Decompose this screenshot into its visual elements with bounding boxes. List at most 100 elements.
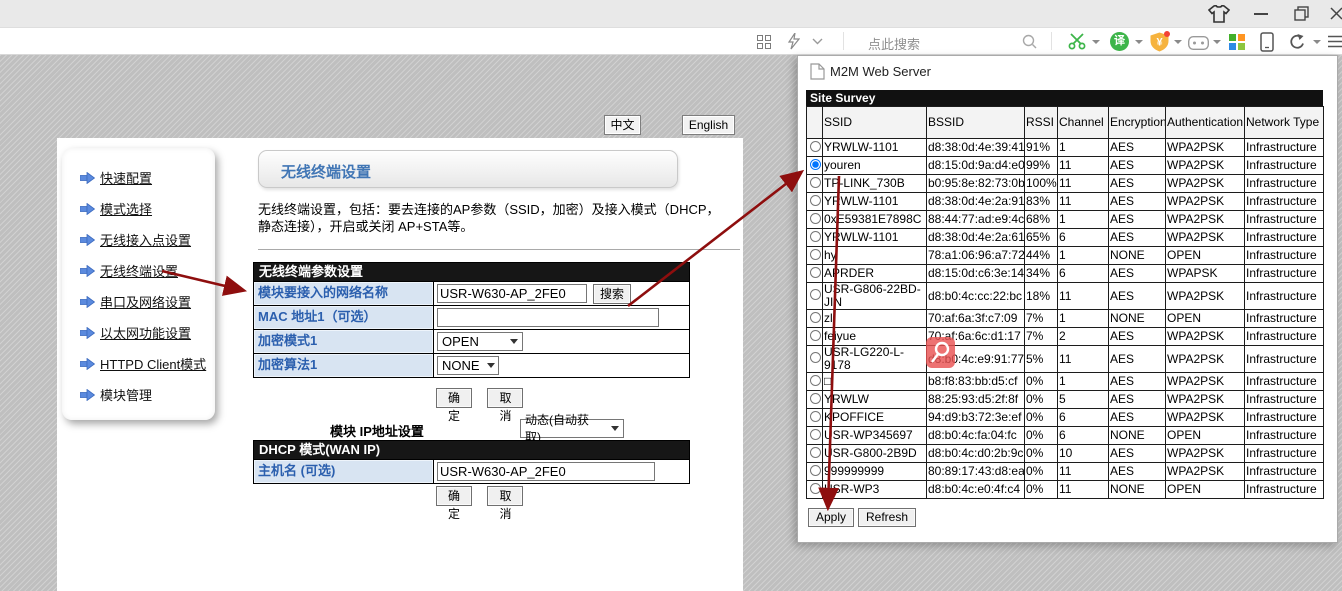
blue-arrow-icon — [80, 389, 95, 401]
minimize-button[interactable] — [1254, 13, 1268, 15]
scissors-icon[interactable] — [1068, 33, 1086, 50]
ssid-radio[interactable] — [810, 483, 821, 494]
ssid-radio[interactable] — [810, 213, 821, 224]
translate-icon[interactable]: 译 — [1110, 32, 1129, 51]
mac-input[interactable] — [437, 308, 659, 327]
sidebar-menu: 快速配置 模式选择 无线接入点设置 无线终端设置 — [80, 162, 206, 410]
ssid-radio[interactable] — [810, 159, 821, 170]
refresh-button[interactable]: Refresh — [858, 508, 916, 527]
encryption-cell: AES — [1109, 445, 1166, 463]
ssid-radio[interactable] — [810, 177, 821, 188]
ssid-cell: □ — [823, 373, 927, 391]
dhcp-ok-button[interactable]: 确定 — [436, 486, 472, 506]
survey-row: YRWLW-1101 d8:38:0d:4e:2a:91 83% 11 AES … — [807, 193, 1324, 211]
ssid-radio[interactable] — [810, 289, 821, 300]
encryption-cell: AES — [1109, 193, 1166, 211]
rssi-cell: 65% — [1025, 229, 1058, 247]
ssid-radio[interactable] — [810, 141, 821, 152]
ssid-radio[interactable] — [810, 267, 821, 278]
encryption-alg-select[interactable]: NONE — [437, 356, 499, 375]
sidebar-item[interactable]: 以太网功能设置 — [80, 317, 206, 348]
ssid-radio[interactable] — [810, 411, 821, 422]
ssid-radio[interactable] — [810, 375, 821, 386]
lang-english-button[interactable]: English — [682, 115, 735, 135]
survey-row: USR-LG220-L-9178 d8:b0:4c:e9:91:77 5% 11… — [807, 346, 1324, 373]
sidebar-item[interactable]: 模块管理 — [80, 379, 206, 410]
blue-arrow-icon — [80, 358, 95, 370]
search-input[interactable]: 点此搜索 — [868, 34, 920, 53]
apply-button[interactable]: Apply — [808, 508, 854, 527]
ssid-column-header: SSID — [823, 107, 927, 139]
ssid-search-button[interactable]: 搜索 — [593, 284, 631, 304]
ssid-radio[interactable] — [810, 393, 821, 404]
controller-dropdown-icon[interactable] — [1213, 40, 1221, 44]
ssid-cell: USR-G806-22BD-JIN — [823, 283, 927, 310]
module-ip-label: 模块 IP地址设置 — [330, 421, 424, 440]
m2m-popup-window: M2M Web Server Site Survey SSID BSSID RS… — [797, 55, 1338, 543]
close-button[interactable] — [1330, 7, 1342, 20]
encryption-cell: AES — [1109, 157, 1166, 175]
apps-grid-icon[interactable] — [757, 35, 771, 49]
bssid-cell: 70:af:6a:3f:c7:09 — [927, 310, 1025, 328]
lang-chinese-button[interactable]: 中文 — [604, 115, 641, 135]
restore-button[interactable] — [1294, 6, 1309, 21]
sidebar: 快速配置 模式选择 无线接入点设置 无线终端设置 — [62, 148, 215, 420]
translate-dropdown-icon[interactable] — [1135, 40, 1143, 44]
channel-column-header: Channel — [1058, 107, 1109, 139]
site-survey-table: SSID BSSID RSSI Channel Encryption Authe… — [806, 106, 1324, 499]
chevron-down-icon[interactable] — [812, 38, 823, 45]
sidebar-item[interactable]: 串口及网络设置 — [80, 286, 206, 317]
bssid-cell: d8:38:0d:4e:2a:91 — [927, 193, 1025, 211]
sidebar-item[interactable]: 模式选择 — [80, 193, 206, 224]
sta-ok-button[interactable]: 确定 — [436, 388, 472, 408]
ssid-radio[interactable] — [810, 352, 821, 363]
undo-dropdown-icon[interactable] — [1313, 40, 1321, 44]
ssid-radio[interactable] — [810, 447, 821, 458]
ssid-radio[interactable] — [810, 312, 821, 323]
channel-cell: 1 — [1058, 211, 1109, 229]
ssid-radio[interactable] — [810, 465, 821, 476]
encryption-mode-select[interactable]: OPEN — [437, 332, 523, 351]
sidebar-item[interactable]: 无线接入点设置 — [80, 224, 206, 255]
sidebar-item[interactable]: 快速配置 — [80, 162, 206, 193]
scissors-dropdown-icon[interactable] — [1092, 40, 1100, 44]
rssi-cell: 0% — [1025, 445, 1058, 463]
dhcp-cancel-button[interactable]: 取消 — [487, 486, 523, 506]
game-controller-icon[interactable] — [1188, 36, 1209, 50]
colored-grid-icon[interactable] — [1229, 34, 1245, 50]
encryption-cell: AES — [1109, 373, 1166, 391]
dropdown-arrow-icon — [510, 339, 518, 344]
survey-row: feiyue 70:af:6a:6c:d1:17 7% 2 AES WPA2PS… — [807, 328, 1324, 346]
ssid-radio[interactable] — [810, 249, 821, 260]
ssid-radio[interactable] — [810, 195, 821, 206]
network-type-cell: Infrastructure — [1245, 409, 1324, 427]
shield-dropdown-icon[interactable] — [1174, 40, 1182, 44]
authentication-cell: WPA2PSK — [1166, 391, 1245, 409]
ssid-radio[interactable] — [810, 330, 821, 341]
sidebar-item[interactable]: 无线终端设置 — [80, 255, 206, 286]
sidebar-item[interactable]: HTTPD Client模式 — [80, 348, 206, 379]
network-type-cell: Infrastructure — [1245, 427, 1324, 445]
sidebar-item-label: 模块管理 — [100, 385, 152, 404]
mobile-phone-icon[interactable] — [1260, 32, 1274, 52]
search-icon[interactable] — [1022, 34, 1037, 49]
hostname-input[interactable] — [437, 462, 655, 481]
network-type-cell: Infrastructure — [1245, 193, 1324, 211]
undo-icon[interactable] — [1288, 33, 1305, 50]
menu-icon[interactable] — [1328, 35, 1342, 48]
skin-icon[interactable] — [1208, 5, 1230, 23]
survey-row: TP-LINK_730B b0:95:8e:82:73:0b 100% 11 A… — [807, 175, 1324, 193]
network-type-column-header: Network Type — [1245, 107, 1324, 139]
sidebar-item-label: HTTPD Client模式 — [100, 354, 206, 373]
lightning-icon[interactable] — [787, 33, 800, 50]
ssid-radio[interactable] — [810, 231, 821, 242]
channel-cell: 5 — [1058, 391, 1109, 409]
ssid-radio[interactable] — [810, 429, 821, 440]
authentication-column-header: Authentication — [1166, 107, 1245, 139]
wan-mode-select[interactable]: 动态(自动获取) — [520, 419, 624, 438]
sidebar-item-label: 快速配置 — [100, 168, 152, 187]
sta-cancel-button[interactable]: 取消 — [487, 388, 523, 408]
channel-cell: 11 — [1058, 157, 1109, 175]
network-type-cell: Infrastructure — [1245, 283, 1324, 310]
ssid-input[interactable] — [437, 284, 587, 303]
